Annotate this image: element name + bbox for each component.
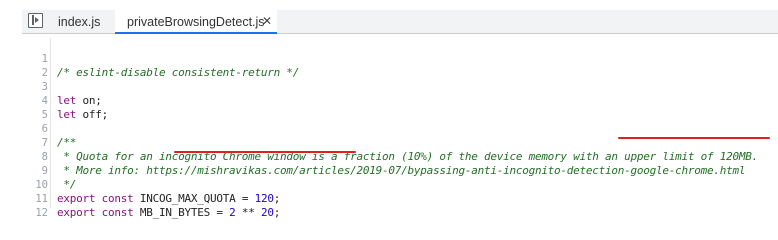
code-line: 5 <box>22 96 49 121</box>
code-line: 6 /** <box>22 110 77 149</box>
code-text: export const INCOG_MAX_QUOTA = 120; <box>57 192 281 205</box>
code-line: 4 let off; <box>22 82 109 121</box>
tab-index-js[interactable]: index.js <box>58 10 100 34</box>
toggle-navigator-icon[interactable] <box>28 13 43 28</box>
annotation-underline-url <box>174 151 356 153</box>
code-line: 12 <box>22 194 49 219</box>
code-text: */ <box>57 178 77 191</box>
line-number: 12 <box>35 207 48 219</box>
code-editor[interactable]: 1 /* eslint-disable consistent-return */… <box>22 38 778 219</box>
code-text: /** <box>57 136 77 149</box>
annotation-underline-upper-limit <box>618 137 770 139</box>
code-line: 2 <box>22 54 49 79</box>
close-tab-icon[interactable]: ✕ <box>262 15 272 27</box>
code-text: /* eslint-disable consistent-return */ <box>57 66 300 79</box>
code-line: 7 * Quota for an incognito Chrome window… <box>22 124 759 163</box>
code-text: export const MB_IN_BYTES = 2 ** 20; <box>57 206 281 219</box>
code-text: * Quota for an incognito Chrome window i… <box>57 150 758 163</box>
code-text: * More info: https://mishravikas.com/art… <box>57 164 746 177</box>
code-line: 1 /* eslint-disable consistent-return */ <box>22 40 300 79</box>
toggle-navigator-arrow <box>35 17 39 23</box>
editor-tab-bar: index.js privateBrowsingDetect.js ✕ <box>0 0 778 34</box>
code-line: 10 export const INCOG_MAX_QUOTA = 120; <box>22 166 280 205</box>
toggle-navigator-bar <box>32 15 34 25</box>
tab-private-browsing-detect[interactable]: privateBrowsingDetect.js <box>115 10 277 34</box>
code-text: let off; <box>57 108 108 121</box>
code-line: 9 */ <box>22 152 77 191</box>
code-line: 8 * More info: https://mishravikas.com/a… <box>22 138 746 177</box>
code-line: 11 export const MB_IN_BYTES = 2 ** 20; <box>22 180 280 219</box>
code-line: 3 let on; <box>22 68 102 107</box>
code-text: let on; <box>57 94 102 107</box>
